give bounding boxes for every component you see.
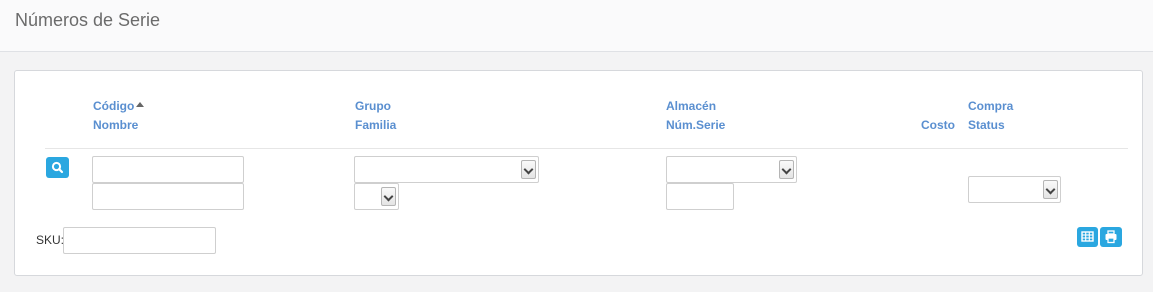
column-headers-codigo-nombre: Código Nombre (93, 97, 145, 135)
header-num-serie[interactable]: Núm.Serie (666, 116, 725, 135)
codigo-filter-input[interactable] (92, 156, 244, 183)
header-compra[interactable]: Compra (968, 97, 1013, 116)
print-icon (1105, 230, 1117, 244)
chevron-down-icon (1043, 180, 1058, 199)
page-header: Números de Serie (0, 0, 1153, 52)
status-filter-select[interactable] (968, 176, 1061, 203)
column-headers-almacen-numserie: Almacén Núm.Serie (666, 97, 725, 135)
page-title: Números de Serie (15, 10, 161, 30)
familia-filter-select[interactable] (354, 183, 399, 210)
header-grupo[interactable]: Grupo (355, 97, 396, 116)
search-icon (51, 161, 64, 174)
grid-view-button[interactable] (1077, 227, 1098, 247)
grupo-filter-select[interactable] (354, 156, 539, 183)
header-status[interactable]: Status (968, 116, 1013, 135)
header-nombre[interactable]: Nombre (93, 116, 144, 135)
header-familia[interactable]: Familia (355, 116, 396, 135)
header-costo[interactable]: Costo (921, 116, 955, 135)
search-button[interactable] (46, 157, 69, 178)
header-divider (45, 148, 1128, 149)
header-almacen[interactable]: Almacén (666, 97, 725, 116)
chevron-down-icon (779, 160, 794, 179)
column-headers-compra-status: Compra Status (968, 97, 1013, 135)
nombre-filter-input[interactable] (92, 183, 244, 210)
print-button[interactable] (1100, 227, 1122, 247)
chevron-down-icon (521, 160, 536, 179)
column-headers-grupo-familia: Grupo Familia (355, 97, 396, 135)
header-codigo[interactable]: Código (93, 99, 134, 113)
grid-icon (1081, 231, 1094, 242)
sku-label: SKU: (36, 233, 65, 247)
sort-ascending-icon (136, 102, 145, 107)
chevron-down-icon (381, 187, 396, 206)
sku-input[interactable] (63, 227, 216, 254)
num-serie-filter-input[interactable] (666, 183, 734, 210)
filter-panel: Código Nombre Grupo Familia Almacén Núm.… (14, 70, 1143, 276)
almacen-filter-select[interactable] (666, 156, 797, 183)
